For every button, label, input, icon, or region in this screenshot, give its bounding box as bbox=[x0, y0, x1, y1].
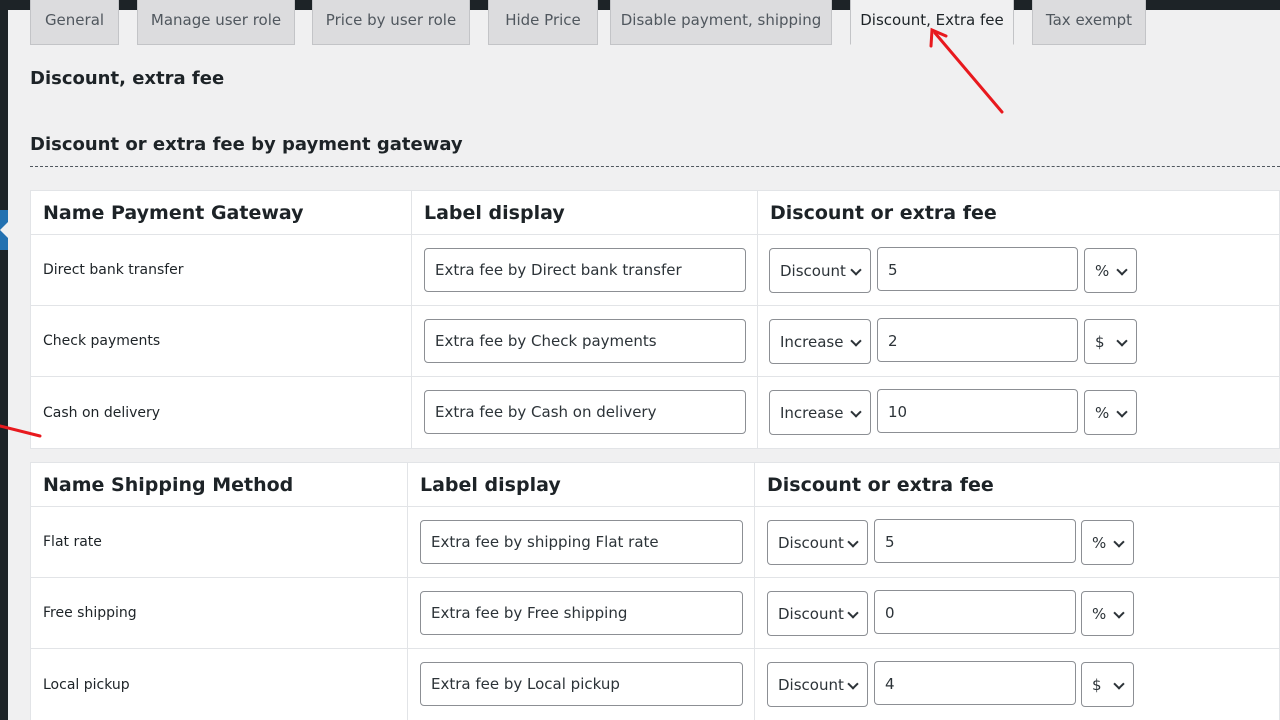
fee-type-select[interactable]: Increase bbox=[769, 319, 871, 364]
gateway-name: Cash on delivery bbox=[31, 377, 412, 448]
fee-type-select[interactable]: Increase bbox=[769, 390, 871, 435]
label-display-input[interactable]: Extra fee by Free shipping bbox=[420, 591, 743, 635]
chevron-down-icon bbox=[850, 264, 862, 276]
fee-unit-value: $ bbox=[1095, 332, 1105, 351]
fee-type-select[interactable]: Discount bbox=[767, 591, 868, 636]
shipping-method-name: Local pickup bbox=[31, 649, 408, 720]
chevron-down-icon bbox=[1116, 406, 1128, 418]
section-divider bbox=[30, 166, 1280, 167]
sidebar-current-indicator bbox=[0, 210, 8, 250]
chevron-down-icon bbox=[1113, 607, 1125, 619]
table-row: Cash on delivery Extra fee by Cash on de… bbox=[31, 377, 1279, 448]
fee-amount-input[interactable]: 2 bbox=[877, 318, 1078, 362]
fee-unit-value: % bbox=[1095, 403, 1110, 422]
fee-unit-select[interactable]: % bbox=[1081, 520, 1134, 565]
fee-cell: Increase 10 % bbox=[758, 377, 1280, 448]
label-display-input[interactable]: Extra fee by shipping Flat rate bbox=[420, 520, 743, 564]
gateway-name: Direct bank transfer bbox=[31, 235, 412, 305]
column-header: Label display bbox=[412, 191, 758, 234]
chevron-down-icon bbox=[850, 406, 862, 418]
gateway-name: Check payments bbox=[31, 306, 412, 376]
tab-disable-payment-shipping[interactable]: Disable payment, shipping bbox=[610, 0, 832, 45]
chevron-down-icon bbox=[850, 335, 862, 347]
fee-unit-select[interactable]: $ bbox=[1081, 662, 1134, 707]
table-row: Free shipping Extra fee by Free shipping… bbox=[31, 578, 1279, 649]
chevron-down-icon bbox=[1116, 335, 1128, 347]
label-cell: Extra fee by Local pickup bbox=[408, 649, 755, 720]
shipping-method-table: Name Shipping Method Label display Disco… bbox=[30, 462, 1280, 720]
table-row: Flat rate Extra fee by shipping Flat rat… bbox=[31, 507, 1279, 578]
fee-unit-select[interactable]: % bbox=[1081, 591, 1134, 636]
fee-cell: Discount 4 $ bbox=[755, 649, 1280, 720]
label-display-input[interactable]: Extra fee by Local pickup bbox=[420, 662, 743, 706]
admin-sidebar-edge bbox=[0, 0, 8, 720]
chevron-down-icon bbox=[847, 607, 859, 619]
payment-gateway-table: Name Payment Gateway Label display Disco… bbox=[30, 190, 1280, 449]
column-header: Name Payment Gateway bbox=[31, 191, 412, 234]
fee-cell: Discount 5 % bbox=[758, 235, 1280, 305]
fee-type-value: Discount bbox=[778, 533, 844, 552]
fee-unit-value: % bbox=[1092, 604, 1107, 623]
fee-type-select[interactable]: Discount bbox=[769, 248, 871, 293]
column-header: Discount or extra fee bbox=[770, 201, 997, 224]
tab-tax-exempt[interactable]: Tax exempt bbox=[1032, 0, 1146, 45]
label-cell: Extra fee by Free shipping bbox=[408, 578, 755, 648]
fee-cell: Increase 2 $ bbox=[758, 306, 1280, 376]
label-display-input[interactable]: Extra fee by Cash on delivery bbox=[424, 390, 746, 434]
fee-unit-value: % bbox=[1095, 261, 1110, 280]
fee-amount-input[interactable]: 0 bbox=[874, 590, 1076, 634]
fee-amount-input[interactable]: 5 bbox=[877, 247, 1078, 291]
tab-general[interactable]: General bbox=[30, 0, 119, 45]
fee-type-value: Increase bbox=[780, 403, 844, 422]
fee-amount-input[interactable]: 10 bbox=[877, 389, 1078, 433]
label-cell: Extra fee by Cash on delivery bbox=[412, 377, 758, 448]
column-header: Discount or extra fee bbox=[767, 473, 994, 496]
tab-discount-extra-fee[interactable]: Discount, Extra fee bbox=[850, 0, 1014, 45]
label-cell: Extra fee by shipping Flat rate bbox=[408, 507, 755, 577]
shipping-method-name: Free shipping bbox=[31, 578, 408, 648]
table-row: Check payments Extra fee by Check paymen… bbox=[31, 306, 1279, 377]
fee-amount-input[interactable]: 5 bbox=[874, 519, 1076, 563]
fee-cell: Discount 0 % bbox=[755, 578, 1280, 648]
table-row: Direct bank transfer Extra fee by Direct… bbox=[31, 235, 1279, 306]
fee-unit-select[interactable]: $ bbox=[1084, 319, 1137, 364]
fee-type-value: Discount bbox=[780, 261, 846, 280]
table-row: Local pickup Extra fee by Local pickup D… bbox=[31, 649, 1279, 720]
label-cell: Extra fee by Direct bank transfer bbox=[412, 235, 758, 305]
label-display-input[interactable]: Extra fee by Check payments bbox=[424, 319, 746, 363]
tab-price-by-user-role[interactable]: Price by user role bbox=[312, 0, 470, 45]
fee-unit-value: $ bbox=[1092, 675, 1102, 694]
table-header-row: Name Shipping Method Label display Disco… bbox=[31, 463, 1279, 507]
fee-amount-input[interactable]: 4 bbox=[874, 661, 1076, 705]
column-header: Label display bbox=[408, 463, 755, 506]
label-display-input[interactable]: Extra fee by Direct bank transfer bbox=[424, 248, 746, 292]
section-title: Discount or extra fee by payment gateway bbox=[30, 134, 463, 155]
fee-type-value: Discount bbox=[778, 675, 844, 694]
fee-unit-select[interactable]: % bbox=[1084, 248, 1137, 293]
fee-type-select[interactable]: Discount bbox=[767, 662, 868, 707]
chevron-down-icon bbox=[1116, 264, 1128, 276]
fee-cell: Discount 5 % bbox=[755, 507, 1280, 577]
chevron-down-icon bbox=[1113, 536, 1125, 548]
column-header: Name Shipping Method bbox=[31, 463, 408, 506]
chevron-down-icon bbox=[847, 536, 859, 548]
page-title: Discount, extra fee bbox=[30, 68, 225, 89]
tab-manage-user-role[interactable]: Manage user role bbox=[137, 0, 295, 45]
label-cell: Extra fee by Check payments bbox=[412, 306, 758, 376]
fee-unit-select[interactable]: % bbox=[1084, 390, 1137, 435]
fee-type-value: Increase bbox=[780, 332, 844, 351]
table-header-row: Name Payment Gateway Label display Disco… bbox=[31, 191, 1279, 235]
chevron-down-icon bbox=[847, 678, 859, 690]
tab-hide-price[interactable]: Hide Price bbox=[488, 0, 598, 45]
shipping-method-name: Flat rate bbox=[31, 507, 408, 577]
chevron-down-icon bbox=[1113, 678, 1125, 690]
fee-unit-value: % bbox=[1092, 533, 1107, 552]
fee-type-select[interactable]: Discount bbox=[767, 520, 868, 565]
fee-type-value: Discount bbox=[778, 604, 844, 623]
